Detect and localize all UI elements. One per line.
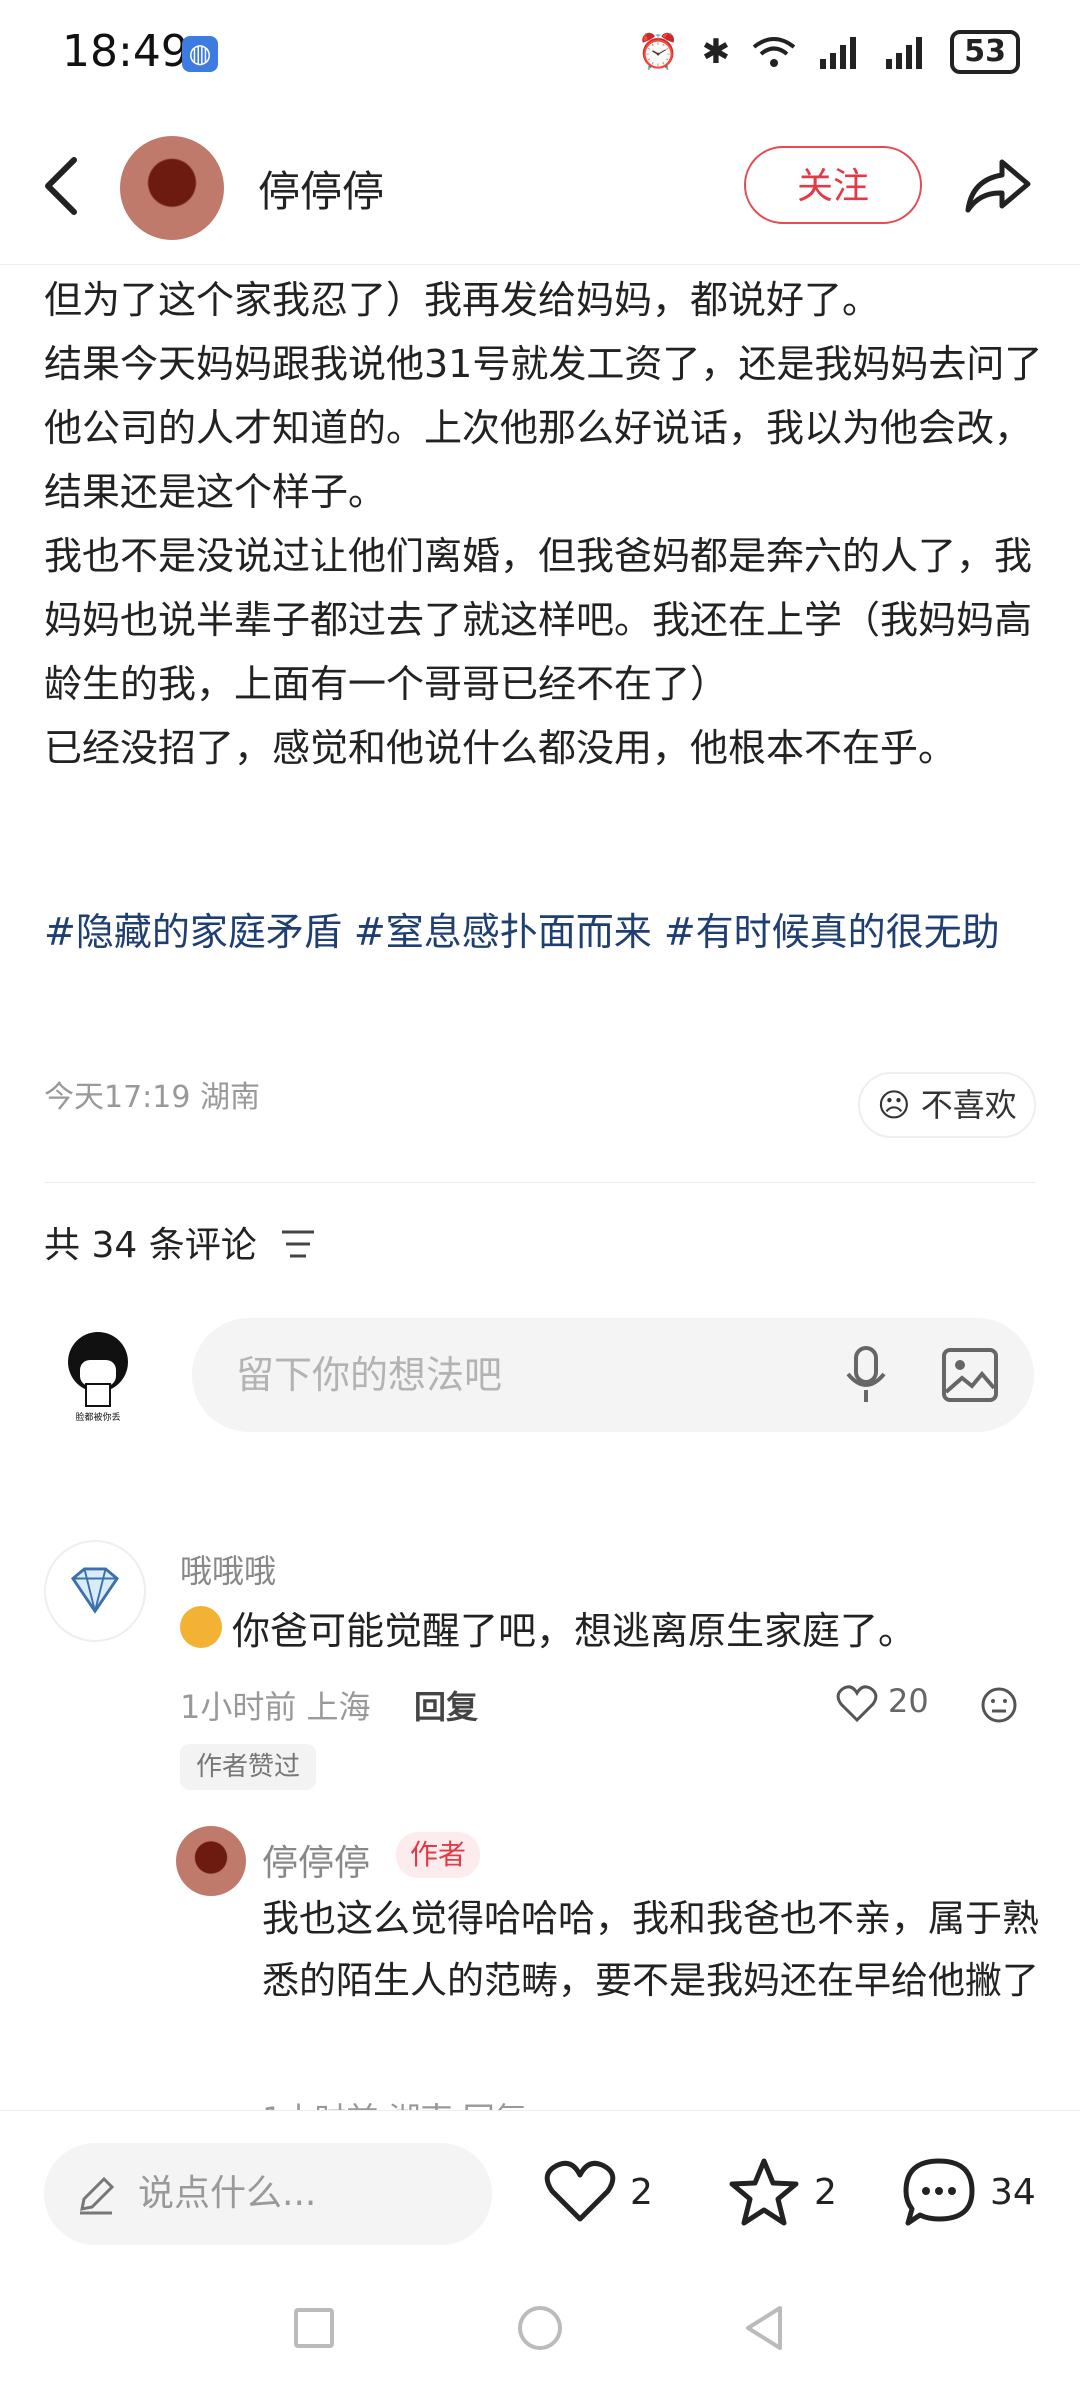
pencil-icon xyxy=(80,2176,115,2215)
image-icon[interactable] xyxy=(942,1348,998,1402)
post-paragraph: 我也不是没说过让他们离婚，但我爸妈都是奔六的人了，我妈妈也说半辈子都过去了就这样… xyxy=(44,534,1033,706)
diamond-icon xyxy=(70,1567,120,1614)
bottom-action-bar: 说点什么... 2 2 34 xyxy=(0,2110,1080,2281)
comment-bubble-icon xyxy=(903,2158,975,2226)
neutral-face-icon: ☹ xyxy=(877,1086,911,1124)
header-divider xyxy=(0,264,1080,265)
collect-button[interactable]: 2 xyxy=(728,2157,837,2227)
status-bar: 18:49 ◍ ⏰ ✱ 53 xyxy=(0,0,1080,110)
reply-meta-cut: 1小时前 湖南 回复 xyxy=(262,2094,527,2110)
microphone-icon[interactable] xyxy=(844,1346,888,1404)
comment-time: 1小时前 上海 xyxy=(180,1688,371,1726)
collect-count: 2 xyxy=(814,2171,837,2213)
wifi-icon xyxy=(753,37,796,67)
my-avatar-caption: 脸都被你丢 xyxy=(75,1411,120,1423)
recent-apps-button[interactable] xyxy=(294,2308,334,2348)
neutral-face-icon[interactable] xyxy=(980,1686,1018,1724)
post-paragraph: 结果今天妈妈跟我说他31号就发工资了，还是我妈妈去问了他公司的人才知道的。上次他… xyxy=(44,342,1043,514)
post-paragraph: 但为了这个家我忍了）我再发给妈妈，都说好了。 xyxy=(44,278,881,322)
like-button[interactable]: 2 xyxy=(544,2159,653,2225)
dislike-button[interactable]: ☹ 不喜欢 xyxy=(858,1072,1036,1138)
post-meta: 今天17:19 湖南 xyxy=(44,1080,260,1115)
meta-divider xyxy=(44,1182,1036,1183)
signal-icon-2 xyxy=(886,37,923,69)
signal-icon xyxy=(820,37,857,69)
sort-icon[interactable] xyxy=(280,1228,316,1260)
comment-count: 共 34 条评论 xyxy=(44,1225,257,1266)
post-paragraph: 已经没招了，感觉和他说什么都没用，他根本不在乎。 xyxy=(44,726,957,770)
globe-icon: ◍ xyxy=(182,36,218,72)
status-icons: ⏰ ✱ 53 xyxy=(637,30,1020,74)
like-count: 2 xyxy=(630,2171,653,2213)
star-icon xyxy=(729,2158,799,2226)
reply-avatar[interactable] xyxy=(176,1826,246,1896)
commenter-avatar[interactable] xyxy=(44,1540,146,1642)
say-placeholder: 说点什么... xyxy=(138,2173,317,2214)
nav-back-icon[interactable] xyxy=(742,2304,786,2352)
reply-button[interactable]: 回复 xyxy=(414,1682,478,1728)
author-badge: 作者 xyxy=(396,1832,481,1878)
system-nav-bar xyxy=(0,2280,1080,2387)
home-button[interactable] xyxy=(518,2306,562,2350)
author-name[interactable]: 停停停 xyxy=(258,158,384,219)
comment-input-placeholder: 留下你的想法吧 xyxy=(236,1353,503,1397)
share-icon[interactable] xyxy=(960,148,1036,224)
battery-indicator: 53 xyxy=(950,30,1020,74)
reply-text: 我也这么觉得哈哈哈，我和我爸也不亲，属于熟悉的陌生人的范畴，要不是我妈还在早给他… xyxy=(262,1897,1039,2002)
my-avatar: 脸都被你丢 xyxy=(68,1332,128,1423)
say-something-input[interactable]: 说点什么... xyxy=(44,2143,492,2245)
alarm-icon: ⏰ xyxy=(637,32,680,72)
comment-count-bottom: 34 xyxy=(990,2171,1036,2213)
reply-name[interactable]: 停停停 xyxy=(262,1834,370,1886)
author-liked-badge: 作者赞过 xyxy=(180,1744,317,1790)
author-avatar[interactable] xyxy=(120,136,224,240)
hashtags[interactable]: #隐藏的家庭矛盾 #窒息感扑面而来 #有时候真的很无助 xyxy=(44,900,1044,964)
commenter-name[interactable]: 哦哦哦 xyxy=(180,1546,276,1592)
heart-icon xyxy=(544,2160,616,2222)
post-body: 但为了这个家我忍了）我再发给妈妈，都说好了。 结果今天妈妈跟我说他31号就发工资… xyxy=(44,268,1044,780)
status-time: 18:49 xyxy=(62,26,189,77)
like-count: 20 xyxy=(888,1682,929,1720)
bluetooth-icon: ✱ xyxy=(701,32,731,72)
back-arrow-icon[interactable] xyxy=(34,150,94,222)
follow-button[interactable]: 关注 xyxy=(744,146,922,224)
comment-text: 你爸可能觉醒了吧，想逃离原生家庭了。 xyxy=(232,1609,917,1653)
comment-input[interactable]: 留下你的想法吧 xyxy=(192,1318,1034,1432)
emoji-icon xyxy=(180,1606,222,1648)
heart-icon[interactable] xyxy=(836,1684,878,1724)
dislike-label: 不喜欢 xyxy=(920,1086,1017,1124)
comment-button[interactable]: 34 xyxy=(902,2157,1036,2227)
